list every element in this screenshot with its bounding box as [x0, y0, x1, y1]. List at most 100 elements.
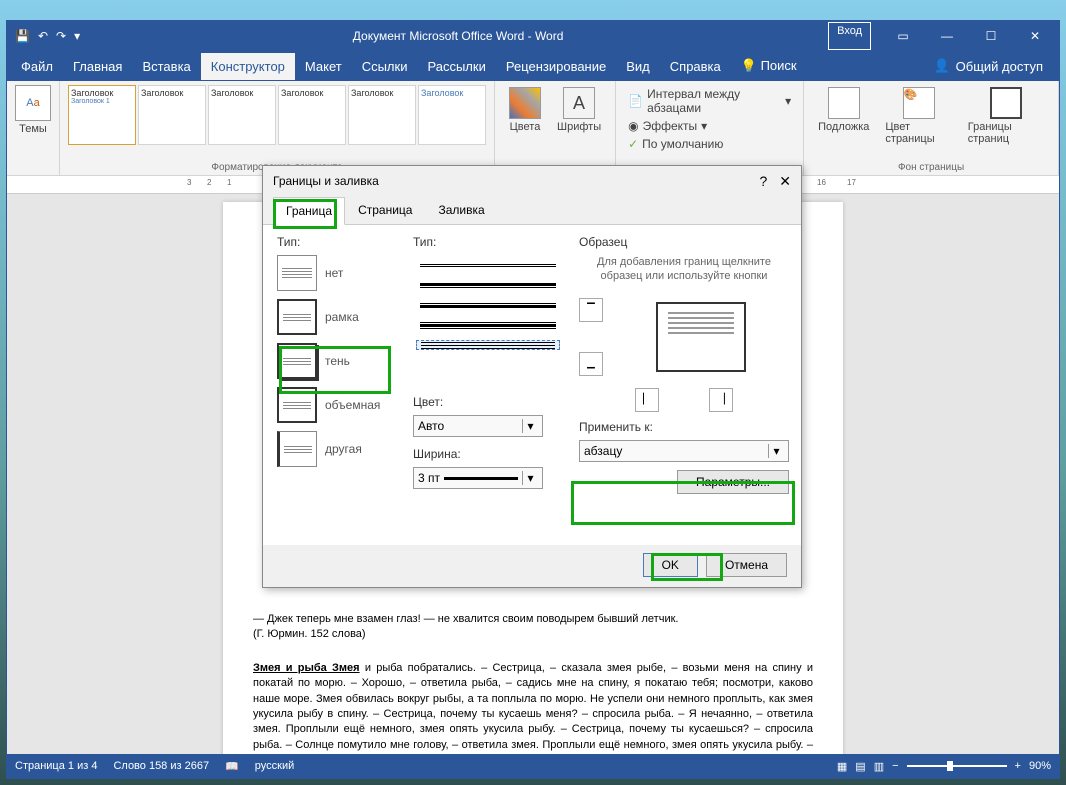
- style-preset[interactable]: Заголовок: [418, 85, 486, 145]
- ribbon-themes: Aa Темы: [7, 81, 60, 175]
- dialog-tabs: Граница Страница Заливка: [263, 196, 801, 225]
- spacing-button[interactable]: 📄 Интервал между абзацами ▾: [624, 85, 795, 117]
- menu-references[interactable]: Ссылки: [352, 53, 418, 80]
- share-button[interactable]: 👤 Общий доступ: [933, 58, 1055, 74]
- watermark-button[interactable]: Подложка: [812, 85, 875, 147]
- style-gallery[interactable]: ЗаголовокЗаголовок 1 Заголовок Заголовок…: [68, 85, 486, 145]
- edge-right-button[interactable]: ▕: [709, 388, 733, 412]
- maximize-icon[interactable]: ☐: [971, 22, 1011, 50]
- ribbon-page-bg: Подложка 🎨Цвет страницы Границы страниц …: [804, 81, 1059, 175]
- tab-shading[interactable]: Заливка: [425, 196, 497, 224]
- page-color-icon: 🎨: [903, 87, 935, 119]
- zoom-value[interactable]: 90%: [1029, 760, 1051, 772]
- highlight-marker: [651, 553, 723, 581]
- doc-paragraph: Змея и рыба Змея и рыба побратались. – С…: [253, 661, 813, 754]
- view-web-icon[interactable]: ▥: [874, 760, 884, 773]
- style-preset[interactable]: Заголовок: [278, 85, 346, 145]
- width-select[interactable]: 3 пт ▾: [413, 467, 543, 489]
- view-print-icon[interactable]: ▤: [855, 760, 865, 773]
- menu-bar: Файл Главная Вставка Конструктор Макет С…: [7, 51, 1059, 81]
- dialog-title: Границы и заливка: [273, 174, 379, 188]
- language-status[interactable]: русский: [255, 760, 294, 772]
- ribbon-display-icon[interactable]: ▭: [883, 22, 923, 50]
- highlight-marker: [273, 199, 337, 229]
- ribbon-colors-fonts: Цвета A Шрифты: [495, 81, 616, 175]
- border-style-column: Тип: Цвет: Авто▾ Ширина: 3 пт ▾: [413, 235, 563, 535]
- edge-top-button[interactable]: ▔: [579, 298, 603, 322]
- bg-section-label: Фон страницы: [812, 160, 1050, 173]
- style-label: Тип:: [413, 235, 563, 249]
- spell-check-icon[interactable]: 📖: [225, 760, 239, 773]
- help-icon[interactable]: ?: [759, 173, 767, 190]
- color-label: Цвет:: [413, 395, 563, 409]
- menu-design[interactable]: Конструктор: [201, 53, 295, 80]
- ribbon-styles: ЗаголовокЗаголовок 1 Заголовок Заголовок…: [60, 81, 495, 175]
- qat-dropdown-icon[interactable]: ▾: [74, 29, 80, 43]
- status-bar: Страница 1 из 4 Слово 158 из 2667 📖 русс…: [7, 754, 1059, 778]
- dialog-close-icon[interactable]: ✕: [779, 173, 791, 190]
- edge-left-button[interactable]: ▏: [635, 388, 659, 412]
- type-custom[interactable]: другая: [277, 431, 397, 467]
- style-preset[interactable]: Заголовок: [138, 85, 206, 145]
- fonts-button[interactable]: A Шрифты: [551, 85, 607, 135]
- default-button[interactable]: ✓ По умолчанию: [624, 135, 795, 153]
- page-borders-icon: [990, 87, 1022, 119]
- page-borders-button[interactable]: Границы страниц: [962, 85, 1050, 147]
- menu-home[interactable]: Главная: [63, 53, 132, 80]
- window-title: Документ Microsoft Office Word - Word: [88, 29, 828, 43]
- themes-icon: Aa: [15, 85, 51, 121]
- type-box[interactable]: рамка: [277, 299, 397, 335]
- save-icon[interactable]: 💾: [15, 29, 30, 43]
- menu-file[interactable]: Файл: [11, 53, 63, 80]
- zoom-out-icon[interactable]: −: [892, 760, 898, 772]
- preview-sample[interactable]: [656, 302, 746, 372]
- zoom-in-icon[interactable]: +: [1015, 760, 1021, 772]
- ribbon: Aa Темы ЗаголовокЗаголовок 1 Заголовок З…: [7, 81, 1059, 176]
- minimize-icon[interactable]: —: [927, 22, 967, 50]
- menu-view[interactable]: Вид: [616, 53, 660, 80]
- menu-layout[interactable]: Макет: [295, 53, 352, 80]
- effects-button[interactable]: ◉ Эффекты ▾: [624, 117, 795, 135]
- style-preset[interactable]: Заголовок: [348, 85, 416, 145]
- titlebar: 💾 ↶ ↷ ▾ Документ Microsoft Office Word -…: [7, 21, 1059, 51]
- menu-insert[interactable]: Вставка: [132, 53, 200, 80]
- dialog-titlebar: Границы и заливка ? ✕: [263, 166, 801, 196]
- doc-paragraph: — Джек теперь мне взамен глаз! — не хвал…: [253, 612, 813, 627]
- highlight-marker: [571, 481, 795, 525]
- undo-icon[interactable]: ↶: [38, 29, 48, 43]
- themes-button[interactable]: Aa Темы: [15, 85, 51, 135]
- width-label: Ширина:: [413, 447, 563, 461]
- edge-bottom-button[interactable]: ▁: [579, 352, 603, 376]
- redo-icon[interactable]: ↷: [56, 29, 66, 43]
- page-color-button[interactable]: 🎨Цвет страницы: [879, 85, 957, 147]
- login-button[interactable]: Вход: [828, 22, 871, 50]
- highlight-marker: [279, 346, 391, 394]
- style-preset[interactable]: ЗаголовокЗаголовок 1: [68, 85, 136, 145]
- colors-button[interactable]: Цвета: [503, 85, 547, 135]
- apply-to-select[interactable]: абзацу▾: [579, 440, 789, 462]
- color-select[interactable]: Авто▾: [413, 415, 543, 437]
- style-preset[interactable]: Заголовок: [208, 85, 276, 145]
- menu-search[interactable]: 💡 Поиск: [731, 52, 807, 80]
- borders-shading-dialog: Границы и заливка ? ✕ Граница Страница З…: [262, 165, 802, 588]
- type-label: Тип:: [277, 235, 397, 249]
- close-icon[interactable]: ✕: [1015, 22, 1055, 50]
- type-none[interactable]: нет: [277, 255, 397, 291]
- zoom-slider[interactable]: [907, 765, 1007, 767]
- tab-page[interactable]: Страница: [345, 196, 425, 224]
- ribbon-paragraph: 📄 Интервал между абзацами ▾ ◉ Эффекты ▾ …: [616, 81, 804, 175]
- watermark-icon: [828, 87, 860, 119]
- preview-hint: Для добавления границ щелкните образец и…: [579, 255, 789, 284]
- fonts-icon: A: [563, 87, 595, 119]
- doc-paragraph: (Г. Юрмин. 152 слова): [253, 627, 813, 642]
- menu-review[interactable]: Рецензирование: [496, 53, 616, 80]
- apply-label: Применить к:: [579, 420, 789, 434]
- page-status[interactable]: Страница 1 из 4: [15, 760, 97, 772]
- style-list[interactable]: [413, 255, 563, 385]
- menu-mailings[interactable]: Рассылки: [417, 53, 495, 80]
- colors-icon: [509, 87, 541, 119]
- menu-help[interactable]: Справка: [660, 53, 731, 80]
- word-count[interactable]: Слово 158 из 2667: [113, 760, 209, 772]
- view-read-icon[interactable]: ▦: [837, 760, 847, 773]
- preview-label: Образец: [579, 235, 789, 249]
